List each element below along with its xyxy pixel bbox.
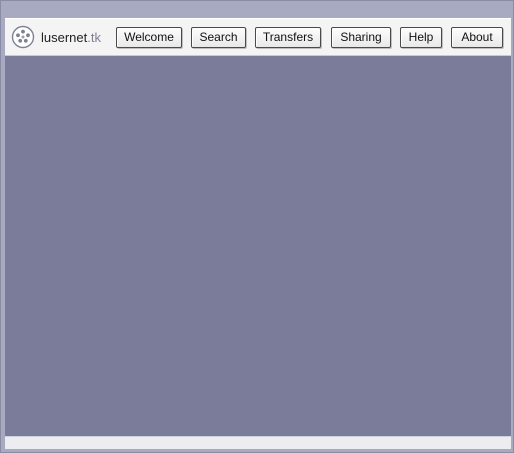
sharing-button[interactable]: Sharing <box>331 27 391 48</box>
search-button[interactable]: Search <box>191 27 246 48</box>
main-content-area <box>5 56 511 436</box>
toolbar: lusernet.tk Welcome Search Transfers Sha… <box>5 18 511 56</box>
app-name: lusernet.tk <box>41 30 101 45</box>
status-bar <box>5 436 511 449</box>
app-name-main: lusernet <box>41 29 88 45</box>
app-name-suffix: .tk <box>87 29 101 45</box>
help-button[interactable]: Help <box>400 27 442 48</box>
people-network-icon <box>11 25 35 49</box>
about-button[interactable]: About <box>451 27 503 48</box>
transfers-button[interactable]: Transfers <box>255 27 321 48</box>
welcome-button[interactable]: Welcome <box>116 27 182 48</box>
app-logo: lusernet.tk <box>11 24 101 50</box>
app-window: lusernet.tk Welcome Search Transfers Sha… <box>0 0 514 453</box>
